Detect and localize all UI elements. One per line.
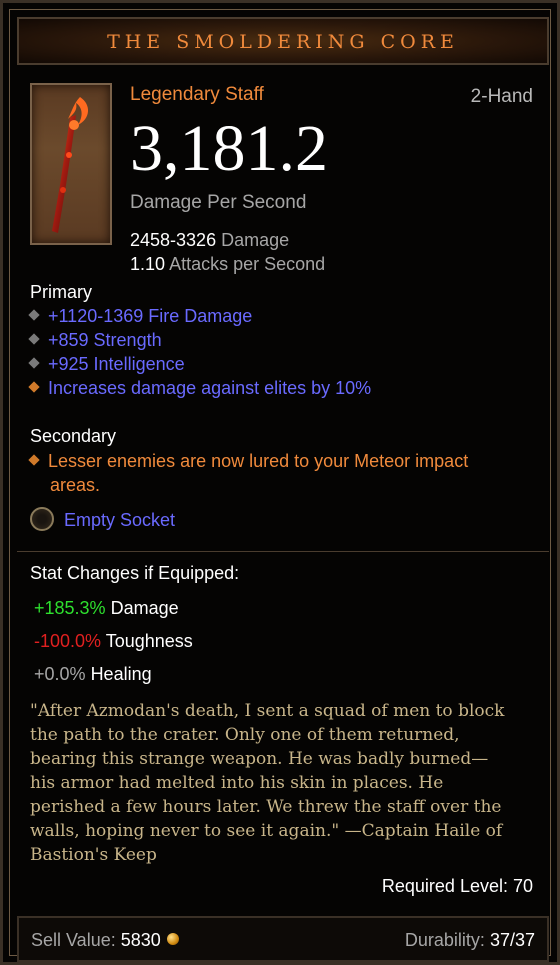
primary-affix: +1120-1369 Fire Damage (28, 306, 252, 327)
stat-change-toughness: -100.0% Toughness (34, 631, 193, 651)
damage-label: Damage (221, 230, 290, 250)
damage-range: 2458-3326 (130, 230, 217, 250)
flavor-text: "After Azmodan's death, I sent a squad o… (30, 701, 505, 865)
item-slot: 2-Hand (470, 86, 533, 107)
tooltip-footer: Sell Value: 5830 Durability: 37/37 (17, 916, 549, 962)
orange-diamond-icon (28, 454, 40, 466)
durability: Durability: 37/37 (404, 930, 535, 950)
grey-diamond-icon (28, 357, 40, 369)
dps-label: Damage Per Second (130, 192, 307, 213)
damage-row: 2458-3326 Damage (130, 230, 289, 251)
secondary-affix: Lesser enemies are now lured to your Met… (28, 449, 468, 497)
primary-affix: +859 Strength (28, 330, 162, 351)
empty-socket: Empty Socket (30, 507, 175, 533)
dps-value: 3,181.2 (130, 112, 328, 185)
divider (17, 551, 549, 552)
socket-icon (30, 507, 54, 531)
required-level: Required Level: 70 (381, 876, 533, 896)
secondary-label: Secondary (30, 426, 117, 446)
attack-speed-label: Attacks per Second (169, 254, 326, 274)
item-name: THE SMOLDERING CORE (107, 31, 459, 53)
item-type: Legendary Staff (130, 84, 264, 105)
stat-change-damage: +185.3% Damage (34, 598, 179, 618)
stat-change-healing: +0.0% Healing (34, 664, 152, 684)
fire-staff-icon (52, 97, 89, 233)
item-tooltip: THE SMOLDERING CORE Legendary Staff 2-Ha… (0, 0, 560, 965)
grey-diamond-icon (28, 309, 40, 321)
primary-label: Primary (30, 282, 92, 302)
attack-speed-value: 1.10 (130, 254, 166, 274)
primary-affix-legendary: Increases damage against elites by 10% (28, 378, 371, 399)
primary-affix: +925 Intelligence (28, 354, 185, 375)
stat-changes-title: Stat Changes if Equipped: (30, 563, 240, 583)
attack-speed-row: 1.10 Attacks per Second (130, 254, 325, 275)
sell-value: Sell Value: 5830 (31, 930, 179, 951)
grey-diamond-icon (28, 333, 40, 345)
title-bar: THE SMOLDERING CORE (17, 17, 549, 65)
orange-diamond-icon (28, 381, 40, 393)
gold-coin-icon (166, 933, 179, 946)
item-icon-frame (30, 83, 112, 245)
